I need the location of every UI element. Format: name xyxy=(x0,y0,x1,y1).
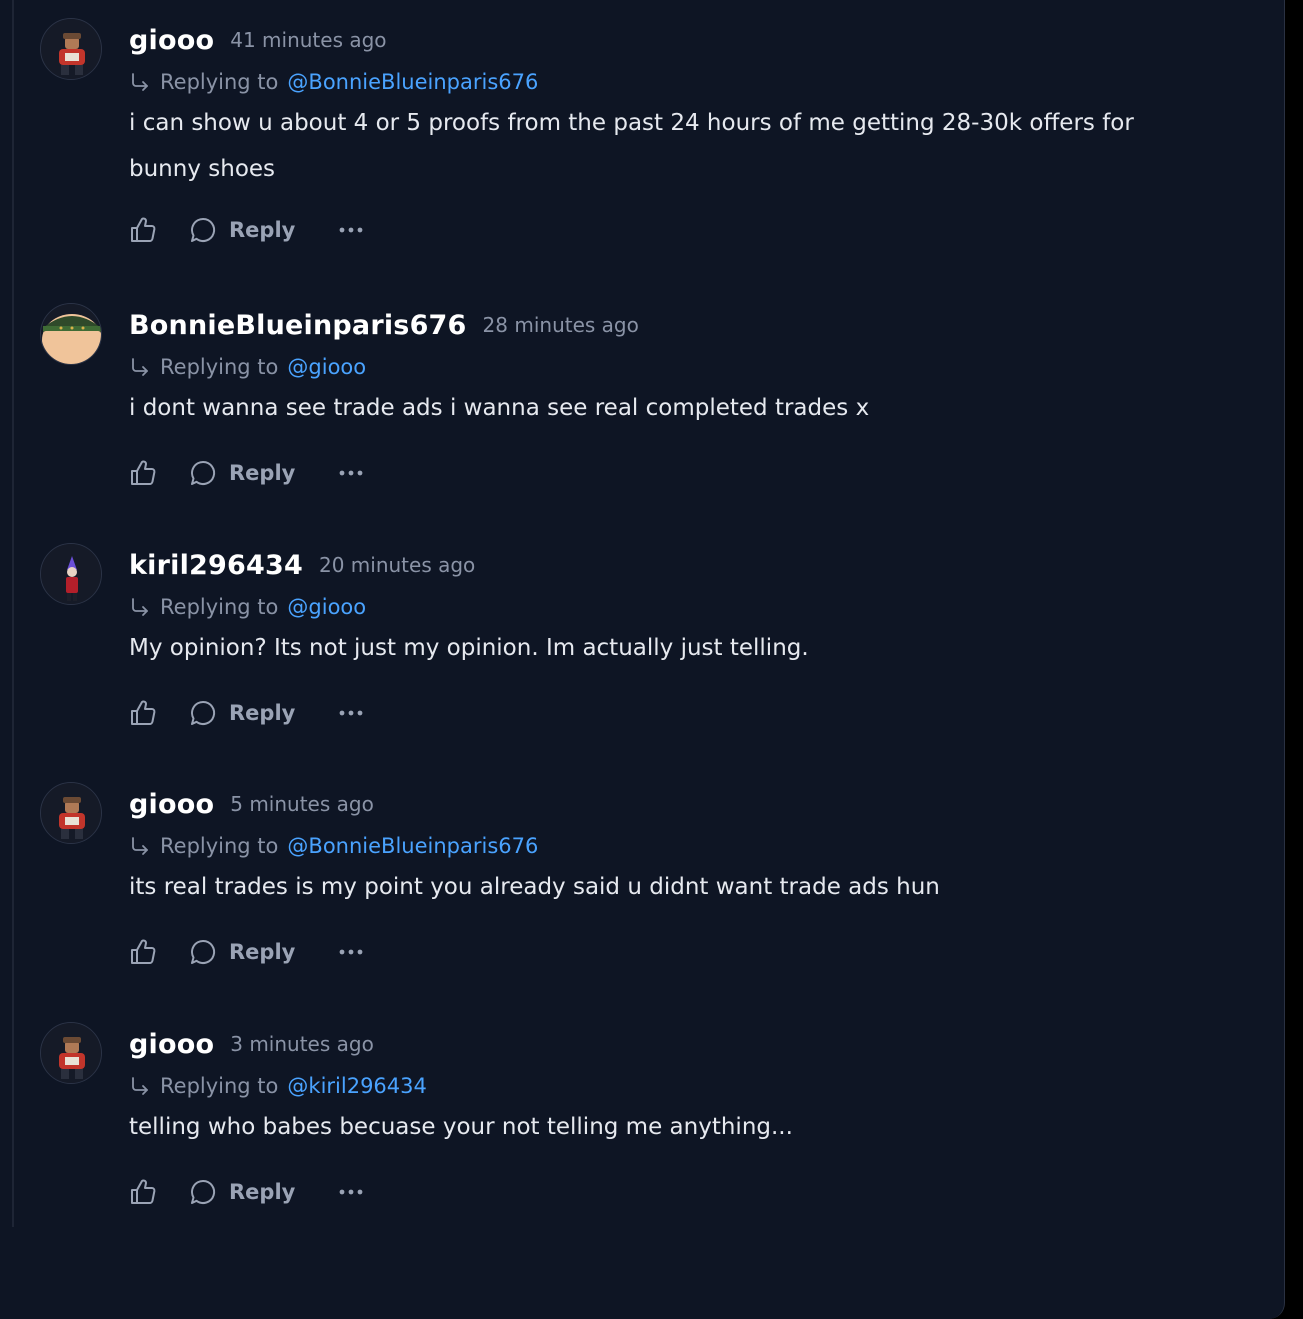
comment-actions: Reply xyxy=(129,453,1229,493)
timestamp: 28 minutes ago xyxy=(482,313,639,337)
replying-label: Replying to xyxy=(160,355,279,379)
replying-label: Replying to xyxy=(160,595,279,619)
reply-arrow-icon xyxy=(132,598,148,616)
chat-bubble-icon xyxy=(191,939,216,964)
chat-bubble-icon xyxy=(191,700,216,725)
avatar[interactable] xyxy=(40,782,102,844)
reply-label: Reply xyxy=(229,1180,296,1204)
avatar-giooo-icon xyxy=(41,1023,101,1083)
mention-link[interactable]: @BonnieBlueinparis676 xyxy=(287,834,538,858)
replying-label: Replying to xyxy=(160,834,279,858)
ellipsis-icon[interactable] xyxy=(337,1178,365,1206)
reply-label: Reply xyxy=(229,218,296,242)
reply-label: Reply xyxy=(229,461,296,485)
ellipsis-icon[interactable] xyxy=(337,459,365,487)
comments-panel: giooo 41 minutes ago Replying to @Bonnie… xyxy=(0,0,1285,1319)
timestamp: 41 minutes ago xyxy=(230,28,387,52)
thumbs-up-icon[interactable] xyxy=(129,699,157,727)
reply-label: Reply xyxy=(229,940,296,964)
thumbs-up-icon[interactable] xyxy=(129,216,157,244)
reply-arrow-icon xyxy=(132,1077,148,1095)
replying-label: Replying to xyxy=(160,70,279,94)
reply-label: Reply xyxy=(229,701,296,725)
timestamp: 5 minutes ago xyxy=(230,792,374,816)
reply-button[interactable]: Reply xyxy=(189,1178,295,1206)
comment-actions: Reply xyxy=(129,1172,1229,1212)
avatar-giooo-icon xyxy=(41,19,101,79)
reply-button[interactable]: Reply xyxy=(189,459,295,487)
comment-actions: Reply xyxy=(129,932,1229,972)
avatar[interactable] xyxy=(40,543,102,605)
chat-bubble-icon xyxy=(191,217,216,242)
reply-arrow-icon xyxy=(132,358,148,376)
avatar-kiril-icon xyxy=(41,544,101,604)
thumbs-up-icon[interactable] xyxy=(129,1178,157,1206)
thumbs-up-icon[interactable] xyxy=(129,938,157,966)
chat-bubble-icon xyxy=(191,1179,216,1204)
reply-arrow-icon xyxy=(132,73,148,91)
mention-link[interactable]: @giooo xyxy=(287,355,366,379)
chat-bubble-icon xyxy=(191,460,216,485)
thread-rule xyxy=(12,0,14,1227)
avatar[interactable] xyxy=(40,1022,102,1084)
ellipsis-icon[interactable] xyxy=(337,216,365,244)
username[interactable]: giooo xyxy=(129,789,214,820)
mention-link[interactable]: @kiril296434 xyxy=(287,1074,426,1098)
thumbs-up-icon[interactable] xyxy=(129,459,157,487)
mention-link[interactable]: @giooo xyxy=(287,595,366,619)
avatar-bonnie-icon xyxy=(41,304,101,364)
comment-text: its real trades is my point you already … xyxy=(129,874,940,900)
username[interactable]: giooo xyxy=(129,1029,214,1060)
comment-text: i dont wanna see trade ads i wanna see r… xyxy=(129,395,870,421)
reply-button[interactable]: Reply xyxy=(189,938,295,966)
comment-actions: Reply xyxy=(129,210,1229,250)
mention-link[interactable]: @BonnieBlueinparis676 xyxy=(287,70,538,94)
timestamp: 3 minutes ago xyxy=(230,1032,374,1056)
username[interactable]: BonnieBlueinparis676 xyxy=(129,310,467,341)
avatar[interactable] xyxy=(40,18,102,80)
reply-arrow-icon xyxy=(132,837,148,855)
comment-text: i can show u about 4 or 5 proofs from th… xyxy=(129,110,1134,182)
username[interactable]: giooo xyxy=(129,25,214,56)
timestamp: 20 minutes ago xyxy=(318,553,476,577)
ellipsis-icon[interactable] xyxy=(337,938,365,966)
replying-label: Replying to xyxy=(160,1074,279,1098)
reply-button[interactable]: Reply xyxy=(189,699,295,727)
comment-text: My opinion? Its not just my opinion. Im … xyxy=(129,635,809,661)
reply-button[interactable]: Reply xyxy=(189,216,295,244)
avatar-giooo-icon xyxy=(41,783,101,843)
ellipsis-icon[interactable] xyxy=(337,699,365,727)
avatar[interactable] xyxy=(40,303,102,365)
username[interactable]: kiril296434 xyxy=(129,550,303,581)
comment-text: telling who babes becuase your not telli… xyxy=(129,1114,793,1140)
comment-actions: Reply xyxy=(129,693,1229,733)
